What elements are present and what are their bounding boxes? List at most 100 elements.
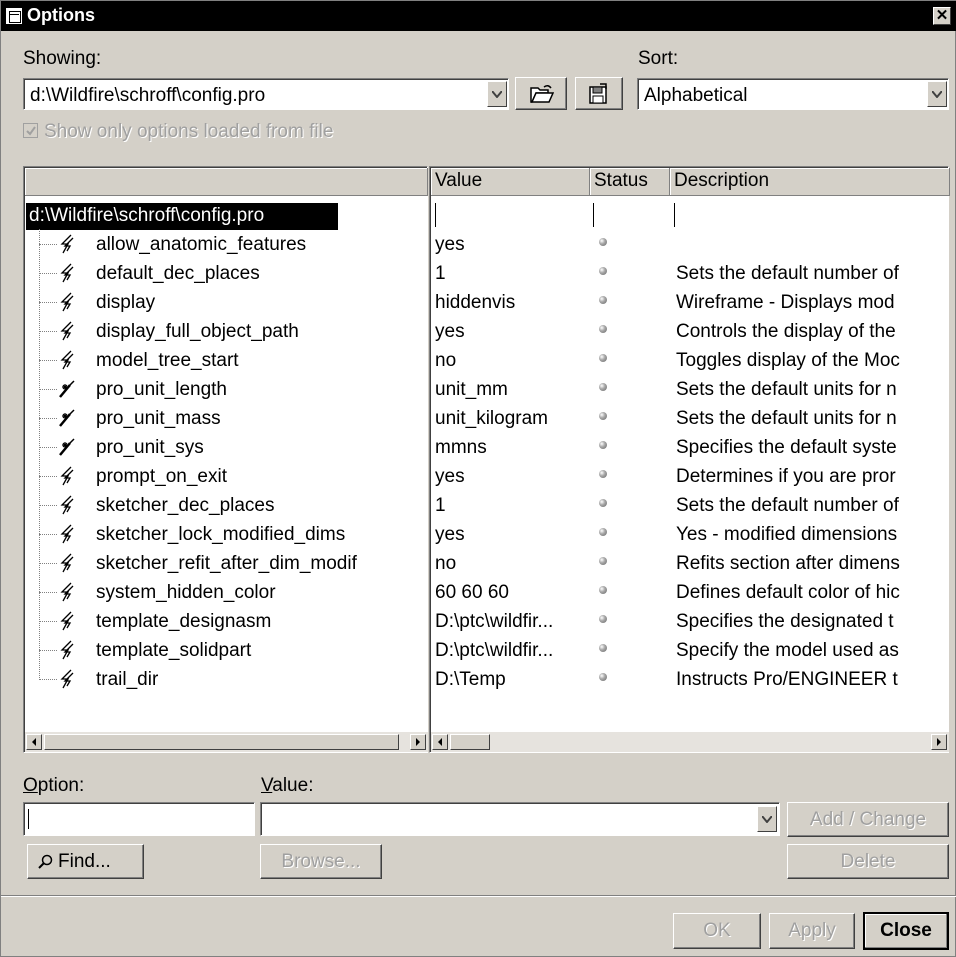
sort-combo[interactable]: Alphabetical [637, 78, 949, 110]
option-description: Wireframe - Displays mod [676, 292, 895, 313]
option-value: 1 [435, 495, 446, 516]
close-window-button[interactable]: ✕ [933, 7, 951, 25]
tree-item[interactable]: trail_dir [24, 666, 427, 695]
scroll-right-button[interactable] [410, 734, 426, 750]
lightning-icon [58, 321, 76, 347]
tree-connector-branch [39, 273, 57, 274]
option-input[interactable] [23, 802, 255, 836]
option-value: 60 60 60 [435, 582, 509, 603]
table-row[interactable]: unit_mm Sets the default units for n [430, 376, 948, 405]
option-values-pane[interactable]: Value Status Description yes 1 Sets the de… [429, 166, 950, 753]
tree-item[interactable]: pro_unit_mass [24, 405, 427, 434]
value-combo[interactable] [260, 802, 780, 836]
table-row[interactable]: D:\ptc\wildfir... Specify the model used … [430, 637, 948, 666]
close-button[interactable]: Close [863, 912, 949, 950]
tree-item[interactable]: allow_anatomic_features [24, 231, 427, 260]
column-header-description[interactable]: Description [670, 168, 950, 196]
tree-root[interactable]: d:\Wildfire\schroff\config.pro [26, 203, 338, 230]
tree-item[interactable]: system_hidden_color [24, 579, 427, 608]
table-row[interactable]: no Refits section after dimens [430, 550, 948, 579]
table-row[interactable]: 1 Sets the default number of [430, 492, 948, 521]
tree-item[interactable]: default_dec_places [24, 260, 427, 289]
column-header-value[interactable]: Value [431, 168, 590, 196]
option-description: Sets the default units for n [676, 408, 897, 429]
option-description: Sets the default number of [676, 495, 899, 516]
tree-item[interactable]: template_designasm [24, 608, 427, 637]
status-dot-icon [599, 499, 607, 507]
status-dot-icon [599, 557, 607, 565]
option-description: Controls the display of the [676, 321, 896, 342]
tree-item[interactable]: pro_unit_length [24, 376, 427, 405]
status-dot-icon [599, 267, 607, 275]
save-file-button[interactable] [575, 77, 623, 110]
option-description: Instructs Pro/ENGINEER t [676, 669, 898, 690]
column-header-status[interactable]: Status [590, 168, 670, 196]
table-row[interactable]: unit_kilogram Sets the default units for … [430, 405, 948, 434]
lightning-icon [58, 611, 76, 637]
save-icon [589, 83, 607, 104]
add-change-button[interactable]: Add / Change [787, 802, 949, 837]
table-row[interactable]: mmns Specifies the default syste [430, 434, 948, 463]
showing-value: d:\Wildfire\schroff\config.pro [30, 85, 266, 106]
option-name: sketcher_dec_places [96, 495, 275, 516]
delete-button[interactable]: Delete [787, 844, 949, 879]
table-row[interactable]: yes [430, 231, 948, 260]
tree-item[interactable]: sketcher_lock_modified_dims [24, 521, 427, 550]
text-caret [28, 809, 29, 829]
tree-item[interactable]: sketcher_dec_places [24, 492, 427, 521]
tree-item[interactable]: template_solidpart [24, 637, 427, 666]
table-row[interactable]: no Toggles display of the Moc [430, 347, 948, 376]
lightning-icon [58, 466, 76, 492]
open-file-button[interactable] [515, 77, 567, 110]
option-value: mmns [435, 437, 487, 458]
tree-item[interactable]: sketcher_refit_after_dim_modif [24, 550, 427, 579]
option-name: display_full_object_path [96, 321, 299, 342]
table-row[interactable]: hiddenvis Wireframe - Displays mod [430, 289, 948, 318]
find-button[interactable]: Find... [27, 844, 144, 879]
title-bar[interactable]: Options ✕ [1, 1, 956, 31]
browse-button[interactable]: Browse... [260, 844, 382, 879]
status-dot-icon [599, 354, 607, 362]
option-name: display [96, 292, 156, 313]
option-name: template_solidpart [96, 640, 252, 661]
tree-hscroll-thumb[interactable] [44, 734, 399, 750]
table-row[interactable]: D:\Temp Instructs Pro/ENGINEER t [430, 666, 948, 695]
show-only-checkbox[interactable] [23, 123, 38, 138]
table-row[interactable]: yes Yes - modified dimensions [430, 521, 948, 550]
table-row[interactable]: yes Determines if you are pror [430, 463, 948, 492]
chevron-down-icon[interactable] [757, 806, 777, 832]
tree-item[interactable]: display_full_object_path [24, 318, 427, 347]
column-header-name[interactable] [25, 168, 428, 196]
tree-item[interactable]: prompt_on_exit [24, 463, 427, 492]
tree-hscrollbar[interactable] [25, 732, 428, 752]
option-description: Sets the default number of [676, 263, 899, 284]
scroll-right-button[interactable] [931, 734, 947, 750]
tree-item[interactable]: display [24, 289, 427, 318]
status-dot-icon [599, 615, 607, 623]
option-tree-pane[interactable]: d:\Wildfire\schroff\config.pro allow_ana… [23, 166, 428, 753]
table-row[interactable]: 1 Sets the default number of [430, 260, 948, 289]
status-dot-icon [599, 383, 607, 391]
tree-item[interactable]: pro_unit_sys [24, 434, 427, 463]
scroll-left-button[interactable] [26, 734, 42, 750]
ok-button[interactable]: OK [673, 913, 761, 949]
table-row[interactable]: D:\ptc\wildfir... Specifies the designate… [430, 608, 948, 637]
cell-divider [674, 203, 675, 227]
magnifier-icon [38, 854, 53, 869]
scroll-left-button[interactable] [432, 734, 448, 750]
table-row[interactable]: yes Controls the display of the [430, 318, 948, 347]
showing-combo[interactable]: d:\Wildfire\schroff\config.pro [23, 78, 509, 110]
chevron-down-icon[interactable] [487, 81, 507, 107]
option-description: Specify the model used as [676, 640, 899, 661]
chevron-down-icon[interactable] [927, 81, 947, 107]
values-hscroll-thumb[interactable] [450, 734, 490, 750]
tree-item[interactable]: model_tree_start [24, 347, 427, 376]
show-only-label: Show only options loaded from file [44, 121, 334, 142]
table-row[interactable]: 60 60 60 Defines default color of hic [430, 579, 948, 608]
status-dot-icon [599, 238, 607, 246]
values-hscrollbar[interactable] [431, 732, 949, 752]
apply-button[interactable]: Apply [769, 913, 855, 949]
tree-connector-branch [39, 331, 57, 332]
option-name: sketcher_refit_after_dim_modif [96, 553, 357, 574]
option-description: Defines default color of hic [676, 582, 900, 603]
